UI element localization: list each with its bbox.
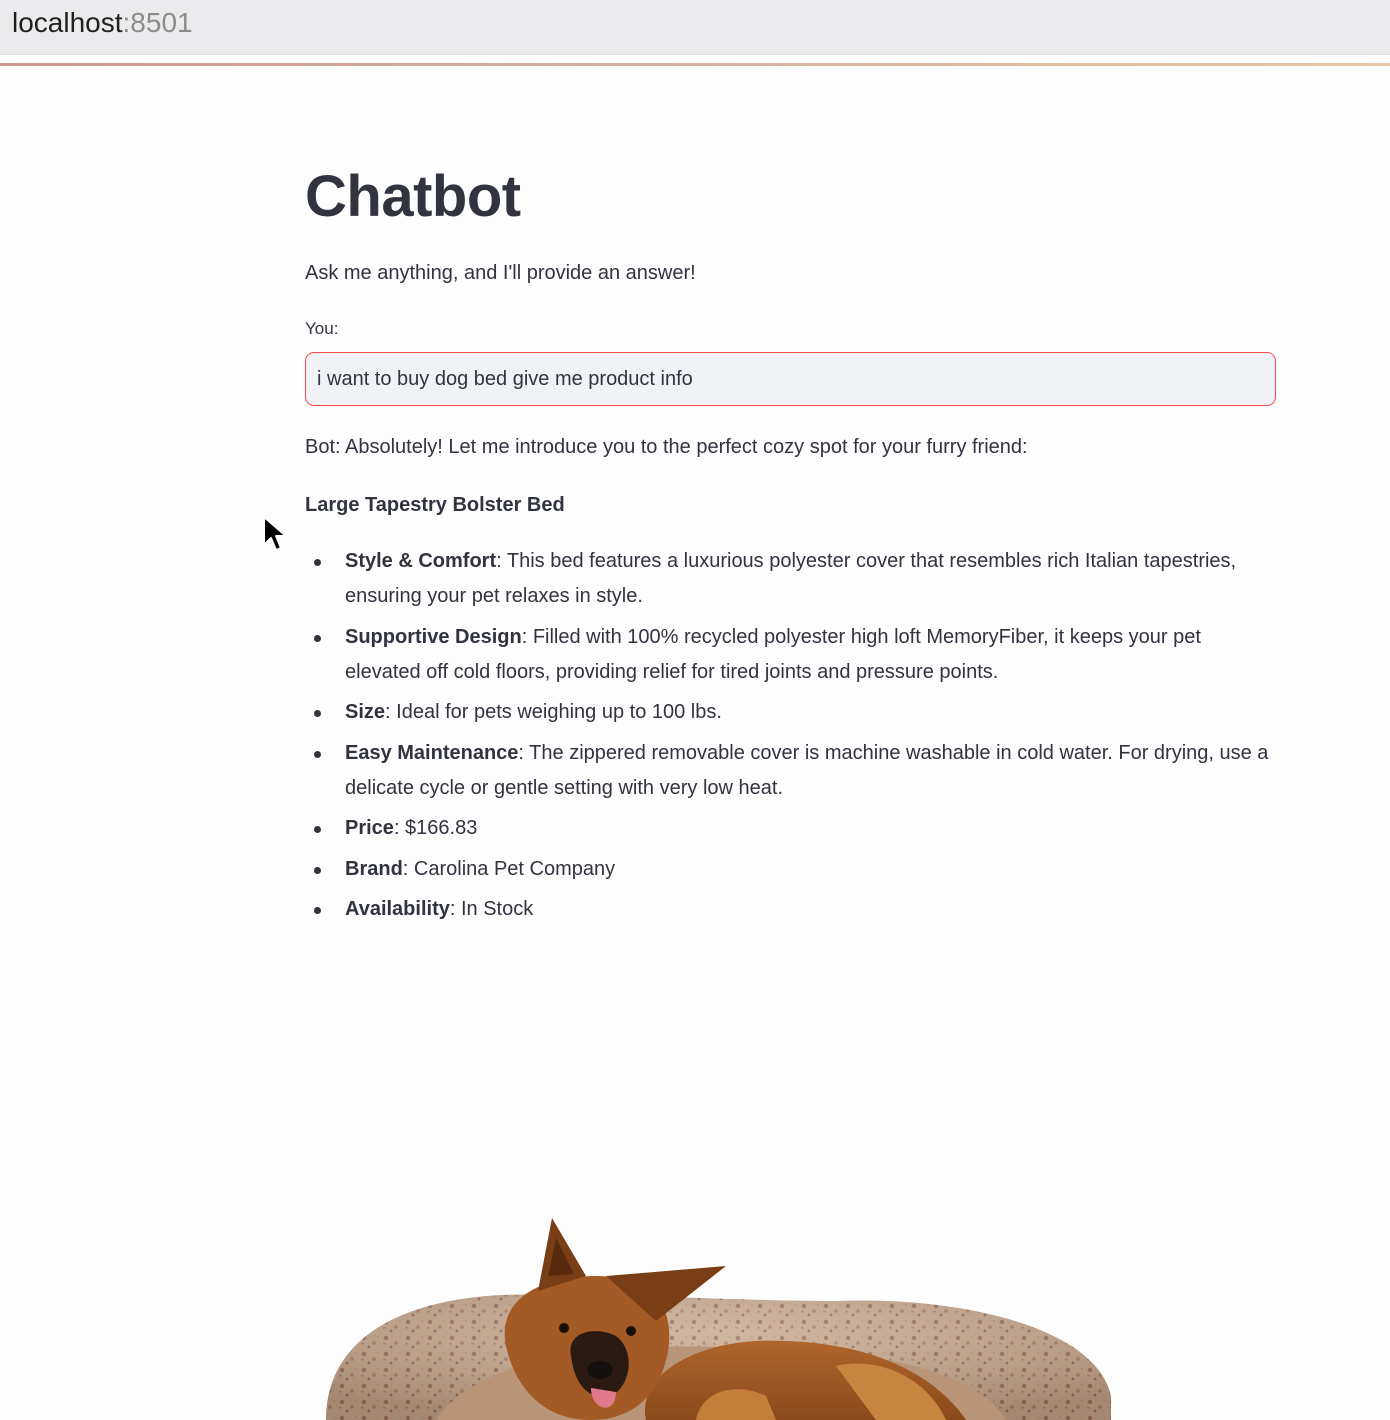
feature-text: : Ideal for pets weighing up to 100 lbs.: [385, 701, 722, 723]
bullet-icon: [314, 907, 321, 914]
feature-label: Easy Maintenance: [345, 741, 519, 764]
url-port: :8501: [122, 7, 193, 38]
feature-item: Availability: In Stock: [314, 892, 1277, 927]
bullet-icon: [314, 634, 321, 642]
app-main: Chatbot Ask me anything, and I'll provid…: [0, 66, 1390, 1420]
bullet-icon: [314, 866, 321, 874]
feature-label: Availability: [345, 898, 450, 920]
feature-item: Size: Ideal for pets weighing up to 100 …: [314, 695, 1277, 730]
feature-label: Size: [345, 701, 386, 723]
chat-input-label: You:: [305, 319, 339, 338]
url-text[interactable]: localhost:8501: [12, 6, 193, 40]
page-subtitle: Ask me anything, and I'll provide an ans…: [305, 262, 696, 284]
feature-label: Brand: [345, 857, 403, 880]
feature-label: Style & Comfort: [345, 550, 497, 572]
feature-item: Easy Maintenance: The zippered removable…: [314, 736, 1277, 806]
browser-address-bar[interactable]: localhost:8501: [0, 0, 1390, 55]
bot-reply: Bot: Absolutely! Let me introduce you to…: [305, 436, 1028, 458]
product-name: Large Tapestry Bolster Bed: [305, 494, 565, 516]
bullet-icon: [314, 826, 321, 833]
bullet-icon: [314, 559, 321, 566]
bullet-icon: [314, 710, 321, 717]
url-host: localhost: [12, 7, 123, 38]
feature-label: Supportive Design: [345, 625, 522, 648]
chat-input[interactable]: [305, 352, 1276, 406]
feature-item: Price: $166.83: [314, 811, 1277, 846]
product-image: [316, 1126, 1116, 1420]
product-features-list: Style & Comfort: This bed features a lux…: [305, 544, 1277, 933]
page-title: Chatbot: [305, 164, 521, 229]
feature-text: : Carolina Pet Company: [402, 857, 616, 880]
feature-text: : In Stock: [449, 898, 534, 920]
feature-text: : $166.83: [393, 817, 478, 839]
feature-item: Supportive Design: Filled with 100% recy…: [314, 620, 1277, 690]
feature-item: Brand: Carolina Pet Company: [314, 852, 1277, 887]
mouse-cursor-icon: [262, 515, 288, 553]
bullet-icon: [314, 750, 321, 758]
feature-label: Price: [345, 817, 394, 839]
feature-item: Style & Comfort: This bed features a lux…: [314, 544, 1277, 614]
